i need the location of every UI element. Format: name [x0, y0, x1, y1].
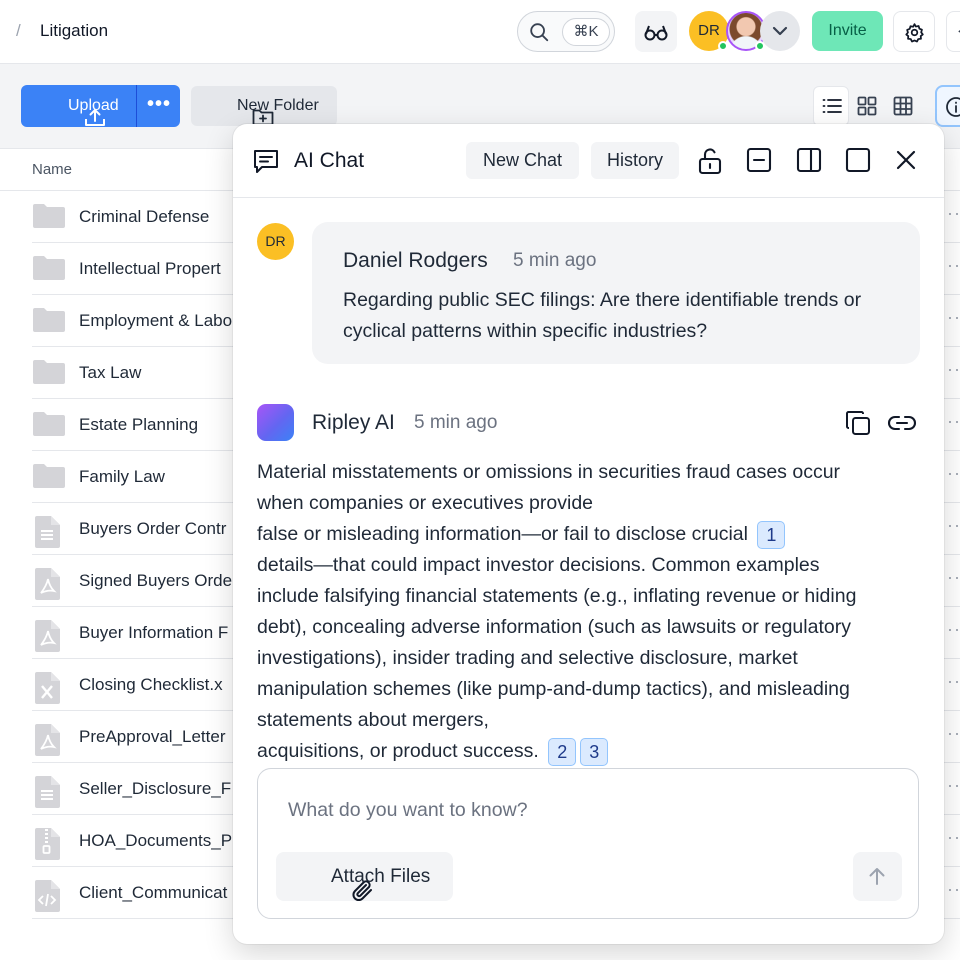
online-status-dot: [718, 41, 728, 51]
chat-title: AI Chat: [294, 149, 365, 172]
search-button[interactable]: ⌘K: [517, 11, 615, 52]
invite-button[interactable]: Invite: [812, 11, 883, 51]
chat-input[interactable]: [288, 795, 888, 825]
view-switcher: [811, 86, 925, 126]
folder-icon: [32, 307, 66, 338]
message-line: investigations), insider trading and sel…: [257, 647, 798, 669]
link-icon[interactable]: [887, 411, 917, 440]
upload-button-group: Upload •••: [21, 85, 180, 127]
new-chat-button[interactable]: New Chat: [466, 142, 579, 179]
pdf-file-icon: [32, 567, 62, 606]
message-author: Ripley AI: [312, 411, 395, 434]
chat-header: AI Chat New Chat History: [233, 124, 944, 198]
folder-icon: [32, 463, 66, 494]
folder-icon: [32, 255, 66, 286]
file-name: Buyers Order Contr: [79, 519, 227, 538]
message-avatar-user: DR: [257, 223, 294, 260]
message-line: manipulation schemes (like pump-and-dump…: [257, 678, 850, 700]
chat-icon: [252, 147, 280, 180]
file-name: Family Law: [79, 467, 165, 486]
message-line: when companies or executives provide: [257, 492, 594, 514]
file-icon: [32, 775, 62, 814]
file-icon: [32, 515, 62, 554]
message-timestamp: 5 min ago: [513, 250, 597, 271]
grid-view-button[interactable]: [849, 86, 885, 126]
settings-button[interactable]: [893, 11, 935, 52]
file-name: Signed Buyers Orde: [79, 571, 233, 590]
file-name: Criminal Defense: [79, 207, 210, 226]
top-bar: / Litigation ⌘K DR Invite ←: [0, 0, 960, 64]
excel-file-icon: [32, 671, 62, 710]
citation-badge[interactable]: 2: [548, 737, 577, 766]
back-button[interactable]: ←: [946, 11, 960, 52]
file-name: HOA_Documents_P: [79, 831, 233, 850]
breadcrumb-current[interactable]: Litigation: [40, 21, 108, 41]
upload-more-button[interactable]: •••: [138, 85, 180, 127]
message-line: false or misleading information—or fail …: [257, 519, 927, 550]
zip-file-icon: [32, 827, 62, 866]
ai-chat-panel: AI Chat New Chat History DR Daniel Rodge…: [233, 124, 944, 944]
history-button[interactable]: History: [591, 142, 679, 179]
search-icon: [528, 21, 550, 43]
file-name: Seller_Disclosure_F: [79, 779, 232, 798]
citation-badge[interactable]: 1: [757, 520, 786, 549]
send-button[interactable]: [853, 852, 902, 901]
upload-button[interactable]: Upload: [21, 85, 137, 127]
attach-files-button[interactable]: Attach Files: [276, 852, 453, 902]
message-line: statements about mergers,: [257, 709, 489, 731]
file-name: Buyer Information F: [79, 623, 229, 642]
file-name: Tax Law: [79, 363, 142, 382]
folder-icon: [32, 203, 66, 234]
new-folder-button[interactable]: New Folder: [191, 86, 337, 126]
ai-message-text: Material misstatements or omissions in s…: [257, 457, 927, 767]
list-view-button[interactable]: [813, 86, 849, 126]
file-name: Estate Planning: [79, 415, 199, 434]
message-line: Material misstatements or omissions in s…: [257, 461, 841, 483]
table-view-button[interactable]: [885, 86, 921, 126]
citation-badge[interactable]: 3: [580, 737, 609, 766]
avatar-menu-button[interactable]: [760, 11, 800, 51]
message-author: Daniel Rodgers: [343, 249, 488, 272]
message-line-text: false or misleading information—or fail …: [257, 523, 748, 545]
message-timestamp: 5 min ago: [414, 412, 498, 433]
info-panel-button[interactable]: [935, 85, 960, 127]
file-name: Intellectual Propert: [79, 259, 221, 278]
maximize-icon[interactable]: [845, 147, 871, 178]
message-line: details—that could impact investor decis…: [257, 554, 820, 576]
attach-files-label: Attach Files: [331, 866, 431, 887]
copy-icon[interactable]: [844, 409, 872, 442]
close-icon[interactable]: [895, 149, 917, 176]
chat-composer: Attach Files: [257, 768, 919, 919]
search-shortcut-hint: ⌘K: [562, 18, 610, 46]
new-folder-label: New Folder: [237, 97, 319, 114]
message-line-text: acquisitions, or product success.: [257, 740, 539, 762]
file-name: Client_Communicat: [79, 883, 228, 902]
file-name: Employment & Labo: [79, 311, 233, 330]
file-name: Closing Checklist.x: [79, 675, 223, 694]
message-line: debt), concealing adverse information (s…: [257, 616, 851, 638]
pdf-file-icon: [32, 619, 62, 658]
side-panel-icon[interactable]: [796, 147, 822, 178]
message-line: include falsifying financial statements …: [257, 585, 857, 607]
message-text: Regarding public SEC filings: Are there …: [343, 289, 862, 342]
column-header-name[interactable]: Name: [32, 161, 72, 178]
ai-logo-icon: [257, 404, 294, 441]
folder-icon: [32, 359, 66, 390]
message-line: acquisitions, or product success. 23: [257, 736, 927, 767]
upload-label: Upload: [68, 97, 119, 114]
folder-icon: [32, 411, 66, 442]
file-name: PreApproval_Letter: [79, 727, 226, 746]
breadcrumb-separator: /: [16, 21, 21, 40]
pdf-file-icon: [32, 723, 62, 762]
unlock-icon[interactable]: [697, 147, 723, 180]
minimize-icon[interactable]: [746, 147, 772, 178]
arrow-left-icon: ←: [955, 21, 960, 39]
user-message-bubble: Daniel Rodgers 5 min ago Regarding publi…: [312, 222, 920, 364]
reading-mode-button[interactable]: [635, 11, 677, 52]
code-file-icon: [32, 879, 62, 918]
